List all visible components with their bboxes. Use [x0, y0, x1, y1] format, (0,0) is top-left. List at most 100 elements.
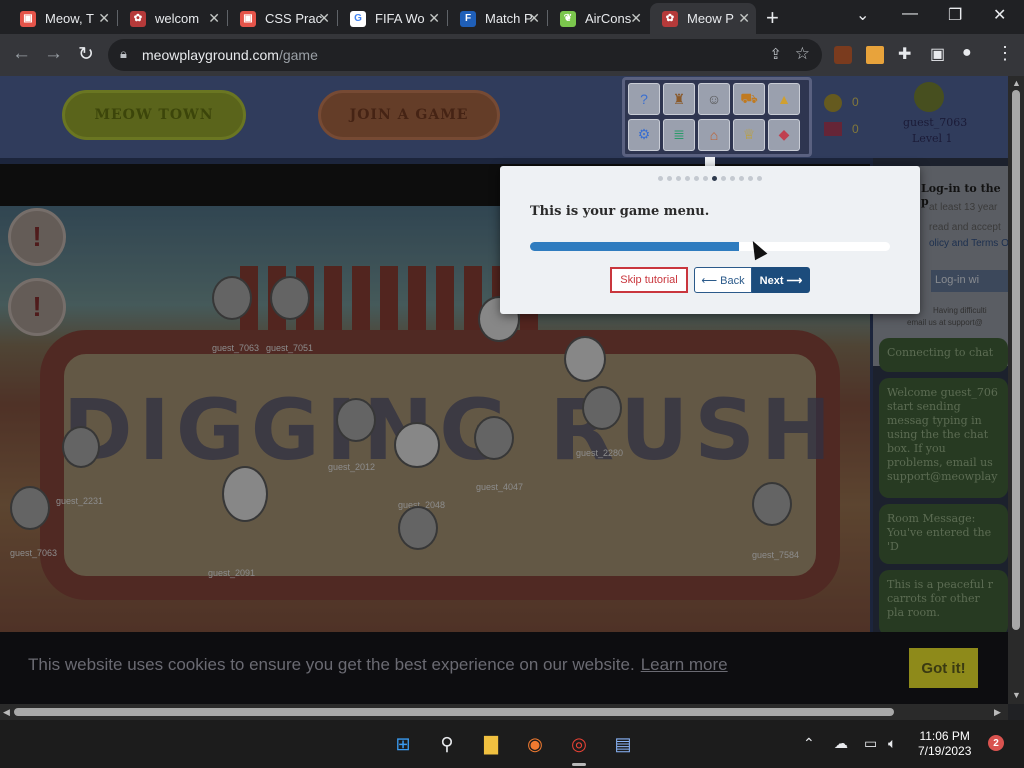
show-hidden-icons-icon[interactable]: ⌃ [803, 735, 815, 752]
tutorial-dialog: This is your game menu. Skip tutorial ⟵ … [500, 166, 920, 314]
close-tab-icon[interactable]: ✕ [738, 10, 750, 27]
menu-kebab-icon[interactable]: ⋮ [996, 43, 1014, 64]
f-icon: F [460, 10, 476, 27]
close-tab-icon[interactable]: ✕ [208, 10, 220, 27]
shop-icon[interactable]: ⌂ [698, 118, 730, 151]
chrome-icon[interactable]: ◎ [567, 732, 591, 756]
warning-extension-icon[interactable] [866, 46, 884, 64]
profile-icon[interactable]: ● [962, 44, 972, 62]
file-explorer-icon[interactable]: ▇ [479, 732, 503, 756]
vertical-scrollbar[interactable]: ▲ ▼ [1008, 76, 1024, 704]
minimize-icon[interactable]: — [902, 5, 918, 23]
clock-time: 11:06 PM [919, 729, 970, 743]
step-dot [685, 176, 690, 181]
back-icon[interactable]: ← [12, 43, 31, 65]
bookmark-star-icon[interactable]: ☆ [795, 44, 810, 64]
close-tab-icon[interactable]: ✕ [428, 10, 440, 27]
cookie-text-wrap: This website uses cookies to ensure you … [28, 655, 728, 675]
tab-title: welcom [155, 11, 200, 26]
extensions-puzzle-icon[interactable]: ✚ [898, 44, 911, 64]
tab-fifa[interactable]: G FIFA Wo ✕ [338, 3, 446, 34]
tab-meow-t[interactable]: ▣ Meow, T ✕ [8, 3, 116, 34]
step-dot [712, 176, 717, 181]
reload-icon[interactable]: ↻ [78, 43, 94, 66]
horizontal-scroll-thumb[interactable] [14, 708, 894, 716]
close-tab-icon[interactable]: ✕ [318, 10, 330, 27]
tab-match-p[interactable]: F Match P ✕ [448, 3, 546, 34]
skip-tutorial-button[interactable]: Skip tutorial [610, 267, 688, 293]
tab-strip: ▣ Meow, T ✕ ✿ welcom ✕ ▣ CSS Prac ✕ G FI… [0, 0, 1024, 34]
volume-icon[interactable]: 🔈︎ [888, 735, 896, 752]
address-bar[interactable]: 🔒︎ meowplayground.com/game ⇪ ☆ [108, 39, 822, 71]
close-window-icon[interactable]: ✕ [993, 5, 1006, 25]
tab-welcome[interactable]: ✿ welcom ✕ [118, 3, 226, 34]
new-tab-icon[interactable]: + [766, 5, 779, 31]
restore-icon[interactable]: ❐ [948, 5, 962, 25]
network-icon[interactable]: ☁ [834, 735, 848, 752]
game-menu: ? ♜ ☺ ⛟ ▲ ⚙ ≣ ⌂ ♕ ◆ [622, 77, 812, 157]
tab-title: FIFA Wo [375, 11, 425, 26]
side-panel-icon[interactable]: ▣ [930, 44, 945, 64]
stack-icon[interactable]: ≣ [663, 118, 695, 151]
step-dot [721, 176, 726, 181]
tutorial-message: This is your game menu. [530, 204, 710, 219]
leaf-icon: ❦ [560, 10, 576, 27]
url-path: /game [278, 47, 318, 63]
meow-icon: ▣ [20, 10, 36, 27]
lock-icon[interactable]: 🔒︎ [120, 46, 127, 62]
trophy-icon[interactable]: ♕ [733, 118, 765, 151]
cart-icon[interactable]: ⛟ [733, 83, 765, 115]
tab-title: Meow P [687, 11, 734, 26]
next-button[interactable]: Next ⟶ [752, 267, 810, 293]
meow-paw-icon: ✿ [662, 10, 678, 27]
toolbar: ← → ↻ 🔒︎ meowplayground.com/game ⇪ ☆ ✚ ▣… [0, 34, 1024, 76]
close-tab-icon[interactable]: ✕ [630, 10, 642, 27]
active-app-indicator [572, 763, 586, 766]
horizontal-scrollbar[interactable]: ◀ ▶ [0, 704, 1008, 720]
scroll-down-icon[interactable]: ▼ [1012, 690, 1021, 700]
scroll-right-icon[interactable]: ▶ [994, 707, 1001, 718]
clock[interactable]: 11:06 PM 7/19/2023 [918, 729, 971, 759]
task-manager-icon[interactable]: ▤ [611, 732, 635, 756]
cookie-banner: This website uses cookies to ensure you … [0, 632, 1008, 704]
display-icon[interactable]: ▭ [864, 735, 877, 752]
google-icon: G [350, 10, 366, 27]
scroll-left-icon[interactable]: ◀ [3, 707, 10, 718]
clock-date: 7/19/2023 [918, 744, 972, 758]
windows-start-icon[interactable]: ⊞ [391, 732, 415, 756]
tab-aircons[interactable]: ❦ AirCons ✕ [548, 3, 648, 34]
bag-icon[interactable]: ♜ [663, 83, 695, 115]
vertical-scroll-thumb[interactable] [1012, 90, 1020, 630]
tab-css-practice[interactable]: ▣ CSS Prac ✕ [228, 3, 336, 34]
url-text[interactable]: meowplayground.com/game [142, 47, 318, 63]
close-tab-icon[interactable]: ✕ [528, 10, 540, 27]
settings-icon[interactable]: ⚙ [628, 118, 660, 151]
help-icon[interactable]: ? [628, 83, 660, 115]
cat-icon[interactable]: ☺ [698, 83, 730, 115]
tab-search-icon[interactable]: ⌄ [856, 5, 869, 25]
search-icon[interactable]: ⚲ [435, 732, 459, 756]
firefox-icon[interactable]: ◉ [523, 732, 547, 756]
share-icon[interactable]: ⇪ [769, 45, 782, 63]
tab-meow-playground[interactable]: ✿ Meow P ✕ [650, 3, 756, 34]
cookie-accept-button[interactable]: Got it! [909, 648, 978, 688]
cube-icon[interactable]: ◆ [768, 118, 800, 151]
tutorial-buttons: Skip tutorial ⟵ Back Next ⟶ [610, 267, 810, 293]
meow-paw-icon: ✿ [130, 10, 146, 27]
learn-more-link[interactable]: Learn more [641, 655, 728, 674]
tutorial-progress-bar [530, 242, 890, 251]
step-dot [667, 176, 672, 181]
forward-icon[interactable]: → [44, 43, 63, 65]
scroll-up-icon[interactable]: ▲ [1012, 78, 1021, 88]
step-dot [676, 176, 681, 181]
close-tab-icon[interactable]: ✕ [98, 10, 110, 27]
step-dot [694, 176, 699, 181]
back-button[interactable]: ⟵ Back [694, 267, 752, 293]
notification-badge[interactable]: 2 [988, 735, 1004, 751]
step-dot [658, 176, 663, 181]
tab-title: CSS Prac [265, 11, 323, 26]
blocks-icon[interactable]: ▲ [768, 83, 800, 115]
cookie-text: This website uses cookies to ensure you … [28, 655, 635, 674]
tab-title: AirCons [585, 11, 632, 26]
paw-extension-icon[interactable] [834, 46, 852, 64]
